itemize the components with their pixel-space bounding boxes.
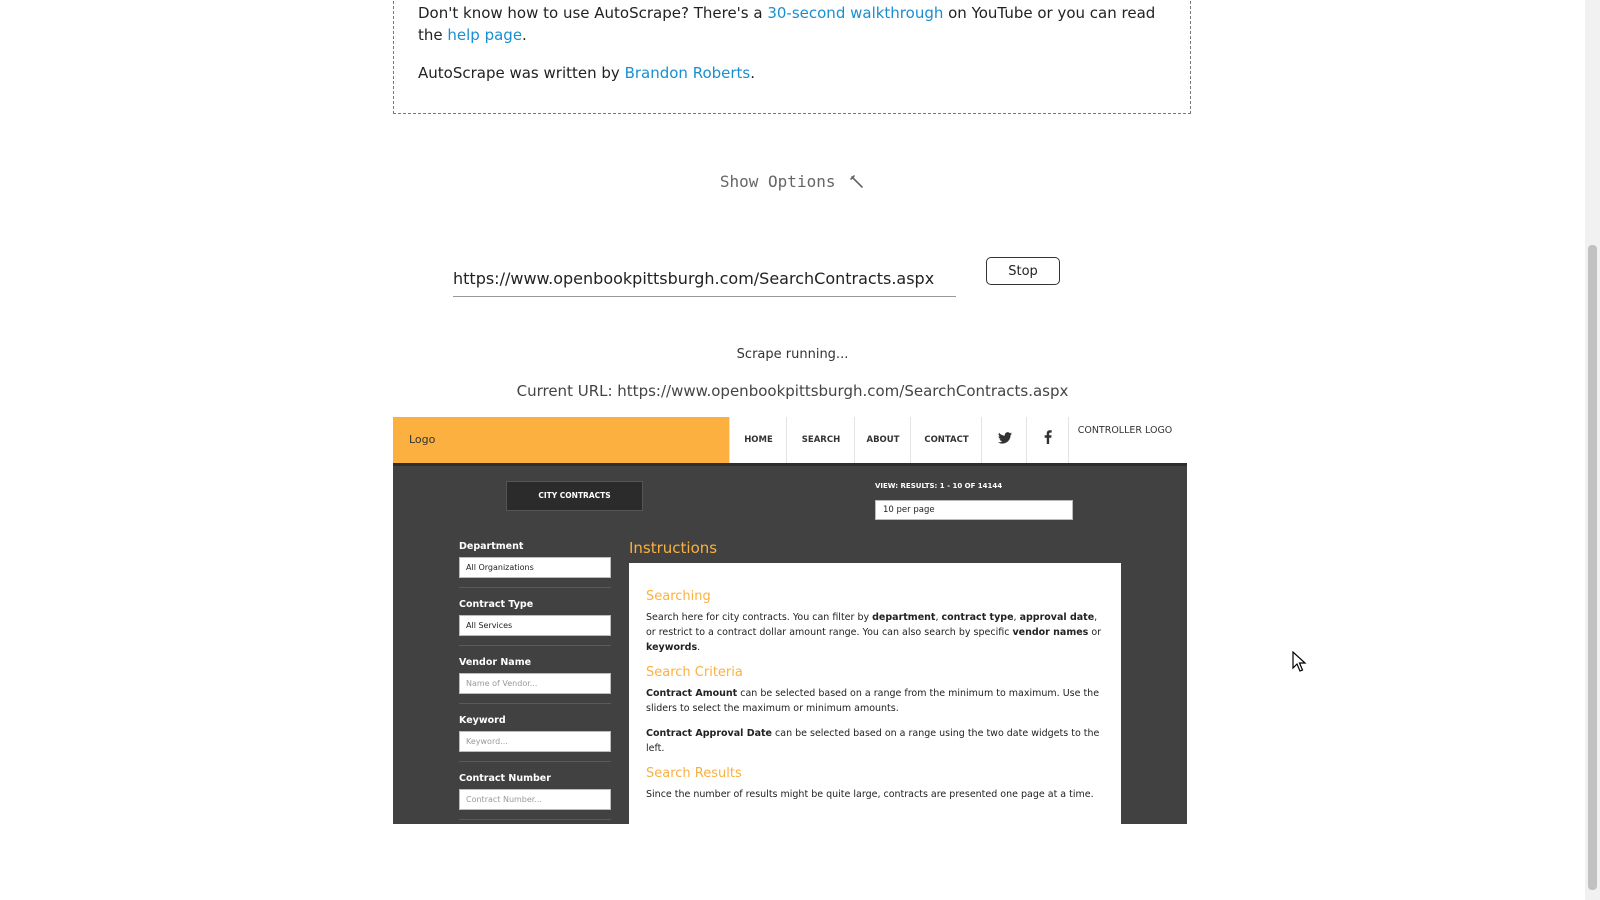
show-options-label: Show Options [719,172,836,191]
filter-divider [459,587,611,588]
criteria-heading: Search Criteria [646,665,743,680]
approval-date-text: Contract Approval Date can be selected b… [646,728,1100,754]
mouse-cursor-icon [1292,651,1307,672]
facebook-icon [1044,430,1052,444]
keyword-input[interactable]: Keyword... [459,731,611,752]
help-text-end: . [522,26,527,44]
walkthrough-link[interactable]: 30-second walkthrough [767,4,943,22]
searching-text: Search here for city contracts. You can … [646,612,1102,653]
author-text: AutoScrape was written by [418,64,625,82]
contract-type-select[interactable]: All Services [459,615,611,636]
preview-logo: Logo [393,417,729,463]
keyword-label: Keyword [459,715,506,726]
contract-number-label: Contract Number [459,773,551,784]
contract-type-label: Contract Type [459,599,534,610]
vendor-name-input[interactable]: Name of Vendor... [459,673,611,694]
page-scrollbar[interactable] [1585,0,1600,900]
vendor-name-label: Vendor Name [459,657,532,668]
help-paragraph: Don't know how to use AutoScrape? There'… [418,2,1158,46]
results-text: Since the number of results might be qui… [646,789,1094,800]
current-url: Current URL: https://www.openbookpittsbu… [516,382,1069,400]
preview-body: CITY CONTRACTS VIEW: RESULTS: 1 - 10 OF … [393,463,1187,824]
info-box: Don't know how to use AutoScrape? There'… [393,0,1191,114]
wrench-icon [850,175,863,188]
per-page-select[interactable]: 10 per page [875,500,1073,520]
help-text: Don't know how to use AutoScrape? There'… [418,4,768,22]
instructions-title: Instructions [629,539,718,557]
show-options-toggle[interactable]: Show Options [0,172,1585,191]
page-preview: Logo HOME SEARCH ABOUT CONTACT CONTROLLE… [393,417,1187,824]
help-page-link[interactable]: help page [447,26,522,44]
nav-search[interactable]: SEARCH [786,417,855,463]
tab-city-contracts[interactable]: CITY CONTRACTS [506,481,643,511]
department-select[interactable]: All Organizations [459,557,611,578]
nav-home[interactable]: HOME [729,417,787,463]
filter-divider [459,703,611,704]
controller-logo: CONTROLLER LOGO [1068,417,1181,463]
instructions-panel: Searching Search here for city contracts… [629,563,1121,824]
filter-divider [459,819,611,820]
stop-button[interactable]: Stop [986,257,1060,285]
author-text-end: . [750,64,756,82]
nav-about[interactable]: ABOUT [854,417,911,463]
twitter-icon [997,432,1012,444]
author-paragraph: AutoScrape was written by Brandon Robert… [418,62,1158,84]
preview-navbar: Logo HOME SEARCH ABOUT CONTACT CONTROLLE… [393,417,1187,463]
contract-number-input[interactable]: Contract Number... [459,789,611,810]
nav-contact[interactable]: CONTACT [910,417,982,463]
filter-divider [459,761,611,762]
contract-amount-text: Contract Amount can be selected based on… [646,688,1100,714]
scrape-status: Scrape running... [736,347,849,362]
results-heading: Search Results [646,766,742,781]
scrape-url-input[interactable] [453,260,956,297]
author-link[interactable]: Brandon Roberts [625,64,751,82]
view-results-text: VIEW: RESULTS: 1 - 10 OF 14144 [875,482,1003,490]
scrollbar-thumb[interactable] [1588,245,1597,890]
nav-facebook[interactable] [1026,417,1069,463]
nav-twitter[interactable] [981,417,1027,463]
filter-divider [459,645,611,646]
department-label: Department [459,541,524,552]
searching-heading: Searching [646,589,711,604]
